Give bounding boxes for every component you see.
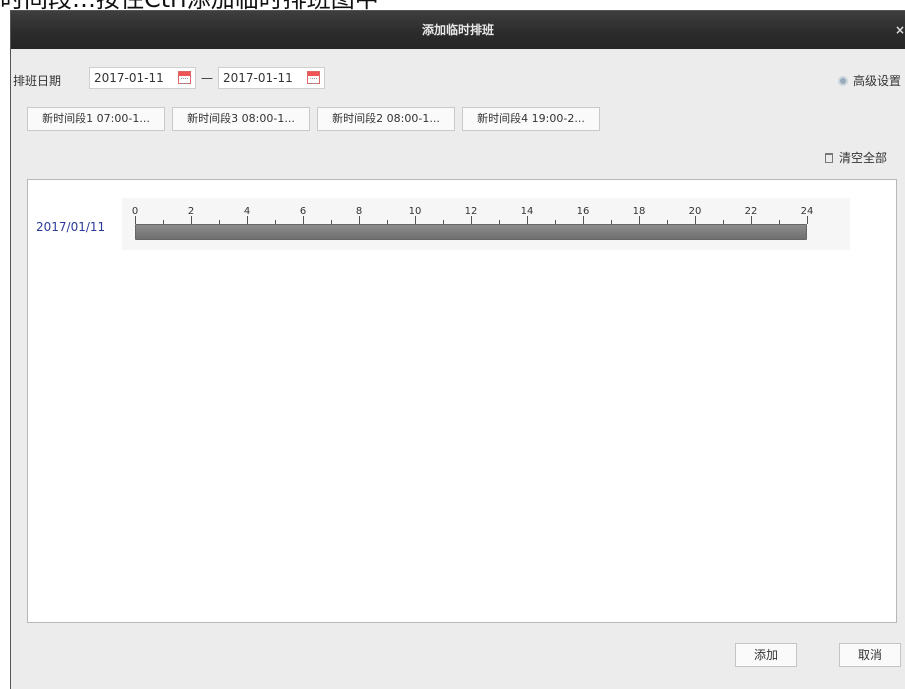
timeline-hour-label: 10	[408, 206, 422, 217]
timeline-hour-label: 8	[355, 206, 363, 217]
timeline-hour-label: 4	[243, 206, 251, 217]
calendar-icon[interactable]	[178, 71, 191, 84]
timeline-hour-label: 20	[688, 206, 702, 217]
time-period-button[interactable]: 新时间段1 07:00-1...	[27, 107, 165, 131]
end-date-field[interactable]: 2017-01-11	[218, 67, 325, 89]
timeline-hour-label: 14	[520, 206, 534, 217]
add-button[interactable]: 添加	[735, 643, 797, 667]
trash-icon	[824, 153, 833, 163]
timeline-tick	[359, 216, 360, 224]
advanced-settings-label: 高级设置	[852, 74, 901, 88]
timeline-tick	[191, 216, 192, 224]
timeline-hour-label: 0	[131, 206, 139, 217]
timeline-hour-label: 18	[632, 206, 646, 217]
advanced-settings-link[interactable]: 高级设置	[837, 72, 901, 89]
timeline-tick	[303, 216, 304, 224]
time-period-button[interactable]: 新时间段2 08:00-1...	[317, 107, 455, 131]
close-icon[interactable]: ×	[895, 24, 905, 36]
timeline-tick	[695, 216, 696, 224]
cancel-button[interactable]: 取消	[839, 643, 901, 667]
timeline-tick	[471, 216, 472, 224]
end-date-value: 2017-01-11	[223, 71, 293, 85]
dialog-title: 添加临时排班	[421, 23, 494, 37]
calendar-icon[interactable]	[307, 71, 320, 84]
date-separator: —	[201, 71, 213, 85]
clear-all-label: 清空全部	[838, 151, 887, 165]
gear-icon	[837, 76, 848, 86]
timeline-hour-label: 16	[576, 206, 590, 217]
time-period-button[interactable]: 新时间段3 08:00-1...	[172, 107, 310, 131]
date-row: 排班日期 2017-01-11 — 2017-01-11 高级设置	[11, 67, 905, 91]
add-temporary-schedule-dialog: 添加临时排班 × 排班日期 2017-01-11 — 2017-01-11 高级…	[10, 10, 905, 689]
timeline-tick	[807, 216, 808, 224]
timeline-tick	[639, 216, 640, 224]
start-date-field[interactable]: 2017-01-11	[89, 67, 196, 89]
schedule-timeline-panel: 2017/01/11 0 2 4 6 8 10 12 14 16 18 20 22 24	[27, 179, 897, 623]
timeline-hour-label: 6	[299, 206, 307, 217]
timeline-tick	[583, 216, 584, 224]
timeline-hour-label: 2	[187, 206, 195, 217]
start-date-value: 2017-01-11	[94, 71, 164, 85]
timeline-tick	[415, 216, 416, 224]
timeline-tick	[247, 216, 248, 224]
timeline-hour-label: 22	[744, 206, 758, 217]
timeline-tick	[135, 216, 136, 224]
timeline-tick	[751, 216, 752, 224]
schedule-date-label: 排班日期	[13, 74, 62, 88]
time-period-button[interactable]: 新时间段4 19:00-2...	[462, 107, 600, 131]
timeline-hour-label: 24	[800, 206, 814, 217]
timeline-tick	[527, 216, 528, 224]
clear-all-button[interactable]: 清空全部	[824, 149, 887, 166]
dialog-titlebar: 添加临时排班 ×	[11, 11, 905, 49]
timeline-hour-label: 12	[464, 206, 478, 217]
timeline-date-label: 2017/01/11	[36, 220, 106, 234]
scheduled-time-bar[interactable]	[135, 224, 807, 240]
